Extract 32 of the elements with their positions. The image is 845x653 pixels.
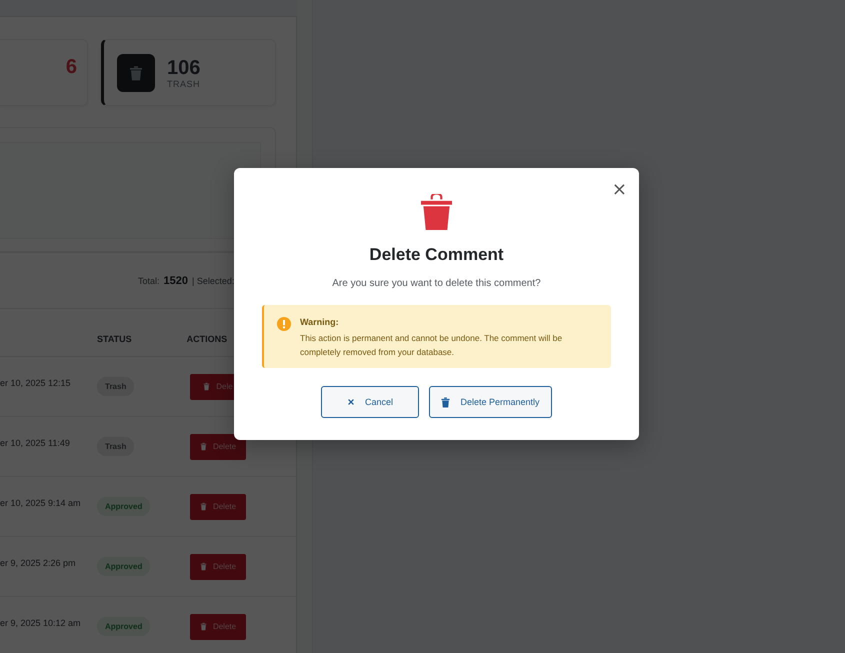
stat-value: 106 (167, 56, 200, 78)
trash-icon (200, 562, 207, 571)
column-header: ACTIONS (186, 334, 228, 344)
delete-permanently-button[interactable]: Delete Permanently (429, 386, 552, 418)
trash-icon (203, 382, 210, 391)
column-header: STATUS (97, 334, 132, 344)
cancel-button[interactable]: Cancel (321, 386, 419, 418)
date-cell-text: er 9, 2025 2:26 pm (0, 558, 77, 568)
stat-value: 6 (66, 56, 77, 78)
warning-text: This action is permanent and cannot be undone. The comment will be completely removed from your database. (300, 332, 564, 359)
trash-icon (117, 54, 155, 92)
selected-label: | Selected: (192, 276, 234, 286)
trash-icon (441, 396, 450, 408)
date-cell-text: er 10, 2025 11:49 (0, 438, 71, 448)
trash-icon (421, 194, 452, 231)
exclamation-icon (277, 317, 291, 331)
status-badge: Approved (97, 617, 150, 636)
trash-icon (200, 502, 207, 511)
status-badge: Approved (97, 557, 150, 576)
modal-message: Are you sure you want to delete this comment? (332, 278, 541, 289)
trash-icon (200, 442, 207, 451)
modal-title: Delete Comment (369, 245, 504, 265)
close-icon (346, 398, 355, 406)
date-cell-text: er 9, 2025 10:12 am (0, 618, 82, 628)
date-cell-text: er 10, 2025 9:14 am (0, 498, 82, 508)
status-badge: Approved (97, 497, 150, 516)
total-label: Total: (138, 276, 160, 286)
date-cell-text: er 10, 2025 12:15 (0, 378, 72, 388)
close-button[interactable]: × (610, 181, 629, 199)
trash-icon (200, 622, 207, 631)
warning-title: Warning: (300, 317, 340, 327)
total-count: 1520 (164, 274, 188, 286)
